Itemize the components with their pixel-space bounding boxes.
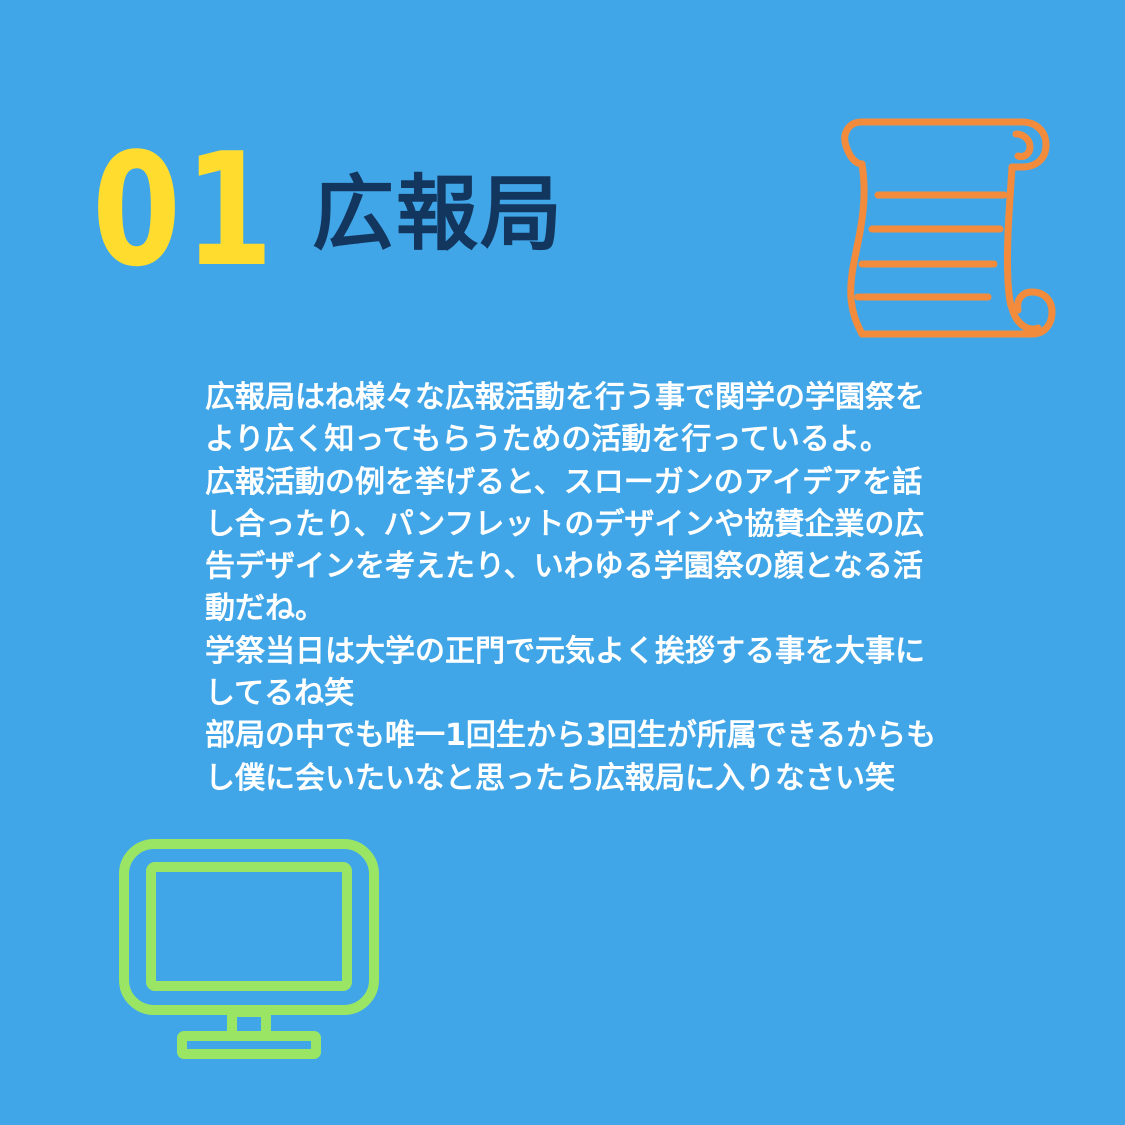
description-line: し僕に会いたいなと思ったら広報局に入りなさい笑 — [205, 760, 895, 796]
monitor-icon — [119, 839, 379, 1059]
description-line: 動だね。 — [205, 591, 325, 627]
description-line: し合ったり、パンフレットのデザインや協賛企業の広 — [205, 506, 925, 542]
description-text: 広報局はね様々な広報活動を行う事で関学の学園祭を より広く知ってもらうための活動… — [205, 377, 985, 800]
description-line: より広く知ってもらうための活動を行っているよ。 — [205, 422, 890, 458]
scroll-icon — [841, 118, 1056, 338]
description-line: 学祭当日は大学の正門で元気よく挨拶する事を大事に — [205, 633, 925, 669]
description-line: 部局の中でも唯一1回生から3回生が所属できるからも — [205, 718, 937, 754]
description-line: 告デザインを考えたり、いわゆる学園祭の顔となる活 — [205, 549, 923, 585]
section-title: 広報局 — [312, 167, 565, 262]
slide-canvas: 01 広報局 広報局はね様々な広報活動を行う事で関学の学園祭を より広く知っても… — [0, 0, 1125, 1125]
description-line: 広報局はね様々な広報活動を行う事で関学の学園祭を — [205, 380, 925, 415]
description-line: 広報活動の例を挙げると、スローガンのアイデアを話 — [205, 464, 923, 500]
description-line: してるね笑 — [205, 676, 355, 712]
section-number: 01 — [92, 119, 277, 301]
